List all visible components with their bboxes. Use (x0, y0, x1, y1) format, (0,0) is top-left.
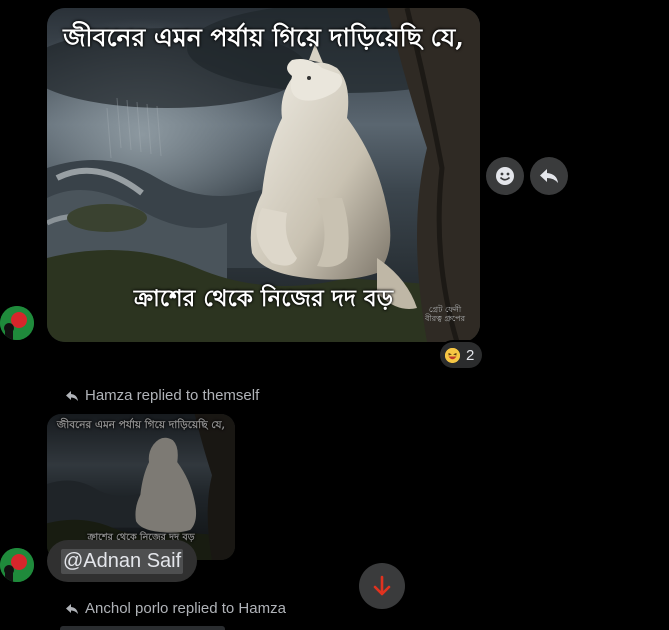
partial-message-preview (60, 626, 225, 630)
arrow-down-icon (373, 575, 391, 596)
reaction-chip[interactable]: 2 (440, 342, 483, 368)
avatar[interactable] (0, 306, 34, 340)
watermark-line: বীরত্ব গ্রুপের (425, 314, 465, 323)
thumbnail-caption-top: জীবনের এমন পর্যায় গিয়ে দাড়িয়েছি যে, (56, 419, 226, 431)
react-button[interactable] (486, 157, 524, 195)
scroll-to-bottom-button[interactable] (359, 563, 405, 609)
image-message[interactable]: জীবনের এমন পর্যায় গিয়ে দাড়িয়েছি যে, … (47, 8, 480, 342)
replied-image-thumbnail[interactable]: জীবনের এমন পর্যায় গিয়ে দাড়িয়েছি যে, … (47, 414, 235, 560)
laughing-emoji-icon (445, 347, 460, 363)
reply-header-text: Hamza replied to themself (85, 387, 260, 404)
reaction-count: 2 (466, 346, 475, 364)
watermark-line: গ্রেট ফেনী (428, 305, 462, 314)
avatar[interactable] (0, 548, 34, 582)
avatar-image (0, 306, 34, 340)
image-caption-top: জীবনের এমন পর্যায় গিয়ে দাড়িয়েছি যে, (63, 23, 464, 52)
reply-icon (540, 169, 558, 183)
image-watermark: গ্রেট ফেনী বীরত্ব গ্রুপের (425, 305, 465, 323)
image-caption-bottom: ক্রাশের থেকে নিজের দদ বড় (133, 285, 394, 312)
reply-header: Anchol porlo replied to Hamza (65, 600, 286, 617)
reply-header: Hamza replied to themself (65, 387, 259, 404)
reply-button[interactable] (530, 157, 568, 195)
avatar-image (0, 548, 34, 582)
smiley-icon (496, 167, 514, 185)
mention-link[interactable]: @Adnan Saif (61, 548, 184, 574)
reply-arrow-icon (66, 603, 78, 614)
message-bubble[interactable]: @Adnan Saif (47, 540, 198, 582)
reply-arrow-icon (66, 390, 78, 401)
reply-header-text: Anchol porlo replied to Hamza (85, 600, 286, 617)
